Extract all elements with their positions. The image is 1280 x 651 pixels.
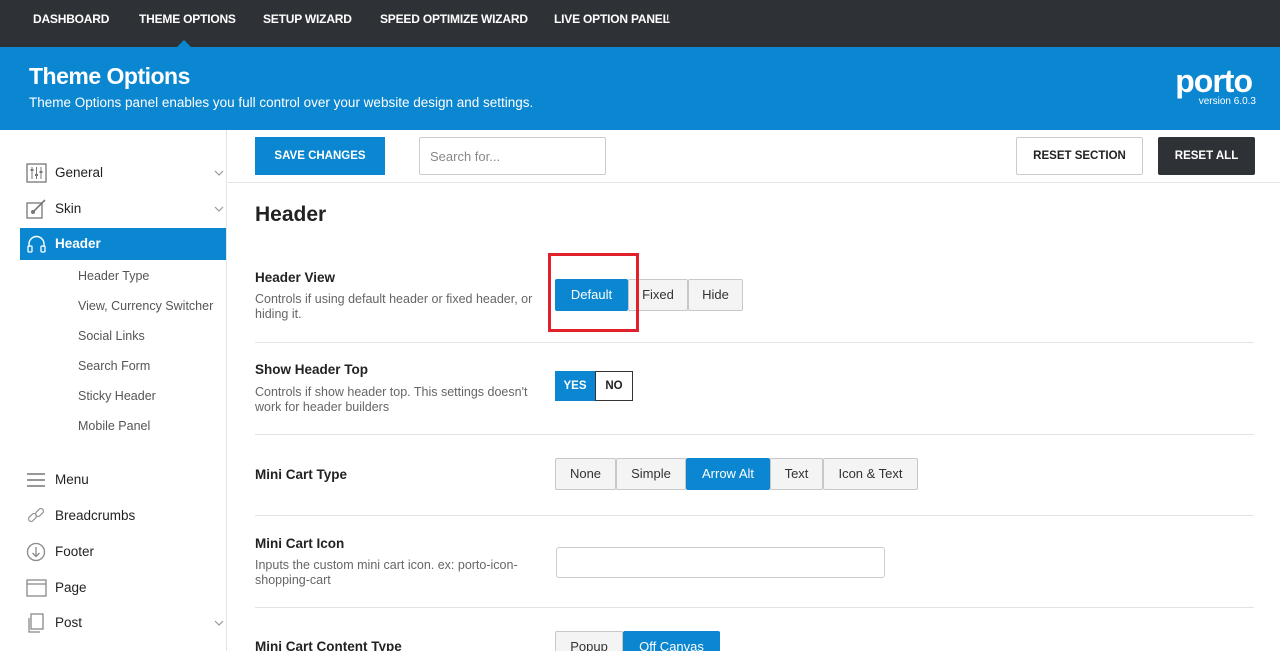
chevron-down-icon: [214, 206, 224, 212]
headphones-icon: [27, 235, 46, 253]
sidebar: General Skin Header Header Type View, Cu…: [0, 130, 227, 651]
option-title-mini-cart-type: Mini Cart Type: [255, 467, 348, 482]
sidebar-item-menu[interactable]: Menu: [20, 464, 226, 496]
show-header-top-no-toggle[interactable]: NO: [595, 371, 633, 401]
page-subtitle: Theme Options panel enables you full con…: [29, 95, 534, 110]
sidebar-item-label: Page: [55, 580, 87, 595]
mini-cart-icon-input[interactable]: [556, 547, 885, 578]
option-desc-header-view: Controls if using default header or fixe…: [255, 292, 533, 321]
version-label: version 6.0.3: [1198, 96, 1256, 107]
sidebar-subitem-header-type[interactable]: Header Type: [78, 266, 149, 286]
option-title-header-view: Header View: [255, 270, 336, 285]
divider: [255, 607, 1254, 608]
sidebar-item-label: Footer: [55, 544, 95, 559]
arrow-down-circle-icon: [26, 542, 46, 562]
save-changes-button[interactable]: SAVE CHANGES: [255, 137, 385, 175]
option-title-mini-cart-content-type: Mini Cart Content Type: [255, 639, 402, 651]
active-nav-caret: [177, 40, 191, 47]
mini-cart-type-none-button[interactable]: None: [555, 458, 616, 490]
live-panel-badge: !: [666, 12, 670, 26]
mini-cart-type-arrow-alt-button[interactable]: Arrow Alt: [686, 458, 770, 490]
nav-live-option-panel[interactable]: LIVE OPTION PANEL: [554, 0, 670, 47]
reset-all-button[interactable]: RESET ALL: [1158, 137, 1255, 175]
top-navigation: DASHBOARD THEME OPTIONS SETUP WIZARD SPE…: [0, 0, 1280, 47]
chevron-down-icon: [214, 170, 224, 176]
sidebar-item-page[interactable]: Page: [20, 572, 226, 604]
sidebar-item-skin[interactable]: Skin: [20, 193, 226, 225]
sidebar-subitem-view-currency-switcher[interactable]: View, Currency Switcher: [78, 296, 213, 316]
copy-icon: [28, 613, 44, 633]
options-toolbar: SAVE CHANGES RESET SECTION RESET ALL: [228, 130, 1280, 183]
sliders-icon: [26, 163, 47, 183]
option-desc-show-header-top: Controls if show header top. This settin…: [255, 385, 528, 414]
sidebar-subitem-mobile-panel[interactable]: Mobile Panel: [78, 416, 150, 436]
page-banner: Theme Options Theme Options panel enable…: [0, 47, 1280, 130]
option-desc-mini-cart-icon: Inputs the custom mini cart icon. ex: po…: [255, 558, 518, 587]
brush-icon: [26, 199, 46, 219]
sidebar-item-general[interactable]: General: [20, 157, 226, 189]
sidebar-item-breadcrumbs[interactable]: Breadcrumbs: [20, 500, 226, 532]
nav-dashboard[interactable]: DASHBOARD: [33, 0, 109, 47]
sidebar-subitem-search-form[interactable]: Search Form: [78, 356, 150, 376]
divider: [255, 515, 1254, 516]
page-title: Theme Options: [29, 63, 190, 89]
option-title-mini-cart-icon: Mini Cart Icon: [255, 536, 345, 551]
sidebar-subitem-social-links[interactable]: Social Links: [78, 326, 145, 346]
sidebar-item-post[interactable]: Post: [20, 607, 226, 639]
divider: [255, 434, 1254, 435]
header-view-hide-button[interactable]: Hide: [688, 279, 743, 311]
mini-cart-content-off-canvas-button[interactable]: Off Canvas: [623, 631, 720, 651]
section-title: Header: [255, 203, 327, 226]
window-icon: [26, 579, 47, 597]
reset-section-button[interactable]: RESET SECTION: [1016, 137, 1143, 175]
sidebar-item-label: Skin: [55, 201, 82, 216]
chevron-down-icon: [214, 620, 224, 626]
nav-speed-optimize-wizard[interactable]: SPEED OPTIMIZE WIZARD: [380, 0, 528, 47]
sidebar-item-header[interactable]: Header: [20, 228, 226, 260]
sidebar-subitem-sticky-header[interactable]: Sticky Header: [78, 386, 156, 406]
sidebar-item-label: Header: [55, 236, 101, 251]
menu-icon: [27, 473, 45, 487]
divider: [255, 342, 1254, 343]
highlight-annotation: [548, 253, 639, 332]
mini-cart-type-simple-button[interactable]: Simple: [616, 458, 686, 490]
sidebar-item-footer[interactable]: Footer: [20, 536, 226, 568]
sidebar-item-label: Post: [55, 615, 83, 630]
sidebar-item-label: Menu: [55, 472, 89, 487]
nav-setup-wizard[interactable]: SETUP WIZARD: [263, 0, 352, 47]
mini-cart-type-icon-text-button[interactable]: Icon & Text: [823, 458, 918, 490]
mini-cart-type-text-button[interactable]: Text: [770, 458, 823, 490]
sidebar-item-label: General: [55, 165, 104, 180]
porto-logo: porto: [1175, 63, 1253, 99]
search-input[interactable]: [419, 137, 606, 175]
show-header-top-yes-toggle[interactable]: YES: [555, 371, 595, 401]
sidebar-item-label: Breadcrumbs: [55, 508, 136, 523]
option-title-show-header-top: Show Header Top: [255, 362, 369, 377]
mini-cart-content-popup-button[interactable]: Popup: [555, 631, 623, 651]
link-icon: [27, 507, 45, 523]
